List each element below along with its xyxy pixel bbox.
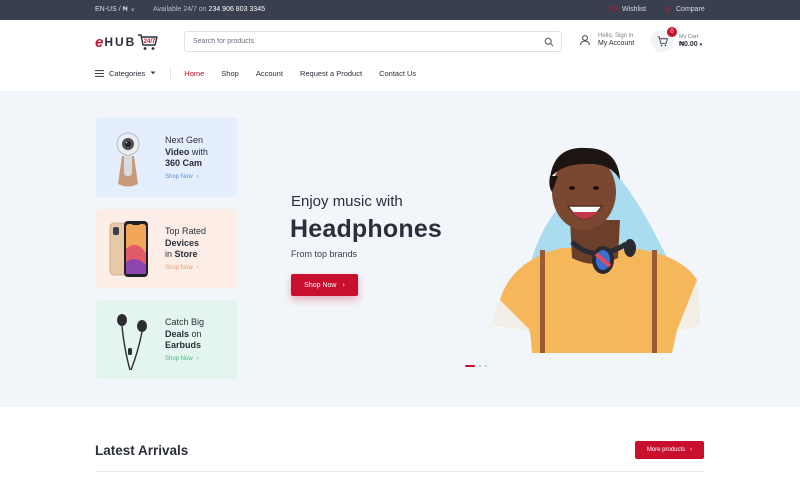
nav-request-product[interactable]: Request a Product: [300, 69, 362, 78]
chevron-right-icon: ›: [196, 356, 199, 362]
logo-cart-icon: 24/7: [138, 34, 159, 50]
account-label: My Account: [598, 40, 635, 47]
shop-now-label: Shop Now: [165, 356, 193, 362]
hero-woman-headphones-image: [492, 147, 700, 353]
availability-prefix: Available 24/7 on: [153, 6, 207, 13]
more-products-button[interactable]: More products ›: [635, 441, 704, 459]
promo-line1: Catch Big: [165, 317, 205, 327]
search-input[interactable]: [185, 38, 525, 45]
carousel-dot-1[interactable]: [465, 365, 475, 367]
logo-badge-text: 24/7: [144, 39, 156, 45]
chevron-down-icon: [150, 71, 156, 75]
heart-icon: [610, 6, 617, 13]
promo-line2-rest: on: [189, 328, 202, 339]
promo-title: Next Gen Video with 360 Cam: [165, 135, 235, 170]
chevron-right-icon: ›: [690, 447, 693, 453]
shop-now-link[interactable]: Shop Now ›: [165, 265, 199, 271]
promo-card-360-cam[interactable]: Next Gen Video with 360 Cam Shop Now ›: [96, 118, 237, 197]
cart-total: ₦0.00 ▾: [679, 41, 702, 48]
categories-label: Categories: [109, 68, 146, 78]
locale-selector[interactable]: EN-US / ₦: [95, 6, 128, 13]
promo-line2: Deals on: [165, 329, 235, 341]
shop-now-link[interactable]: Shop Now ›: [165, 356, 199, 362]
promo-title: Top Rated Devices in Store: [165, 226, 235, 261]
logo-e: e: [95, 33, 104, 51]
main-nav: Categories Home Shop Account Request a P…: [95, 67, 416, 79]
promo-line3: 360 Cam: [165, 158, 235, 170]
carousel-dot-2[interactable]: [479, 365, 481, 367]
support-phone[interactable]: 234 906 803 3345: [209, 6, 265, 13]
promo-line2: Video with: [165, 147, 235, 159]
section-divider: [95, 471, 704, 472]
categories-menu[interactable]: Categories: [95, 67, 172, 79]
cart-chevron-icon: ▾: [699, 42, 703, 48]
user-icon: [580, 35, 590, 46]
promo-title: Catch Big Deals on Earbuds: [165, 317, 235, 352]
promo-line1: Top Rated: [165, 226, 207, 236]
latest-arrivals-heading: Latest Arrivals: [95, 443, 189, 458]
hero-cta-label: Shop Now: [304, 281, 337, 289]
nav-contact-us[interactable]: Contact Us: [379, 69, 416, 78]
locale-chevron-icon: ▾: [131, 7, 135, 14]
hero-tagline: From top brands: [291, 249, 358, 259]
promo-line2-bold: Video: [165, 146, 190, 157]
promo-card-devices[interactable]: Top Rated Devices in Store Shop Now ›: [96, 209, 237, 288]
promo-line2-bold: Deals: [165, 328, 190, 339]
promo-line3-pre: in: [165, 249, 175, 259]
promo-line3-bold: 360 Cam: [165, 158, 203, 168]
availability-text: Available 24/7 on 234 906 803 3345: [153, 6, 265, 13]
compare-icon: [664, 6, 671, 13]
promo-card-earbuds[interactable]: Catch Big Deals on Earbuds Shop Now ›: [96, 300, 237, 379]
site-logo[interactable]: e HUB 24/7: [95, 33, 159, 51]
camera-360-image: [116, 132, 140, 187]
hero-title: Headphones: [290, 215, 443, 243]
chevron-right-icon: ›: [342, 281, 345, 289]
carousel-dot-3[interactable]: [485, 365, 487, 367]
nav-shop[interactable]: Shop: [221, 69, 239, 78]
logo-hub: HUB: [104, 35, 137, 49]
account-link[interactable]: Hello, Sign in My Account: [579, 33, 634, 47]
menu-icon: [95, 69, 104, 77]
search-icon[interactable]: [544, 37, 554, 47]
promo-line3: Earbuds: [165, 340, 235, 352]
cart-total-value: ₦0.00: [679, 41, 698, 48]
earbuds-image: [117, 314, 147, 371]
cart-count-badge: 0: [667, 27, 677, 37]
chevron-right-icon: ›: [196, 174, 199, 180]
compare-link[interactable]: Compare: [664, 6, 705, 13]
top-bar: EN-US / ₦ ▾ Available 24/7 on 234 906 80…: [0, 0, 800, 20]
nav-home[interactable]: Home: [184, 69, 204, 78]
carousel-dots: [465, 365, 487, 367]
promo-line3: in Store: [165, 249, 235, 261]
shop-now-link[interactable]: Shop Now ›: [165, 174, 199, 180]
shop-now-label: Shop Now: [165, 174, 193, 180]
promo-line3-bold: Store: [174, 249, 198, 259]
account-greeting: Hello, Sign in: [598, 33, 634, 39]
promo-line2-bold: Devices: [165, 237, 200, 248]
promo-line2: Devices: [165, 238, 235, 250]
cart-label: My Cart: [679, 34, 699, 40]
hero-subtitle: Enjoy music with: [291, 193, 403, 210]
chevron-right-icon: ›: [196, 265, 199, 271]
smartphone-image: [109, 221, 148, 277]
wishlist-label: Wishlist: [622, 6, 647, 13]
cart-icon-wrap: 0: [651, 27, 677, 52]
promo-line2-rest: with: [189, 146, 208, 157]
hero-shop-now-button[interactable]: Shop Now ›: [291, 274, 358, 296]
cart-icon: [656, 35, 668, 46]
cart-button[interactable]: 0 My Cart ₦0.00 ▾: [651, 27, 702, 52]
compare-label: Compare: [676, 6, 705, 13]
wishlist-link[interactable]: Wishlist: [610, 6, 646, 13]
nav-account[interactable]: Account: [256, 69, 283, 78]
search-bar: [184, 31, 562, 52]
promo-line1: Next Gen: [165, 135, 204, 145]
promo-line3-bold: Earbuds: [165, 340, 202, 350]
shop-now-label: Shop Now: [165, 265, 193, 271]
more-products-label: More products: [646, 447, 686, 453]
